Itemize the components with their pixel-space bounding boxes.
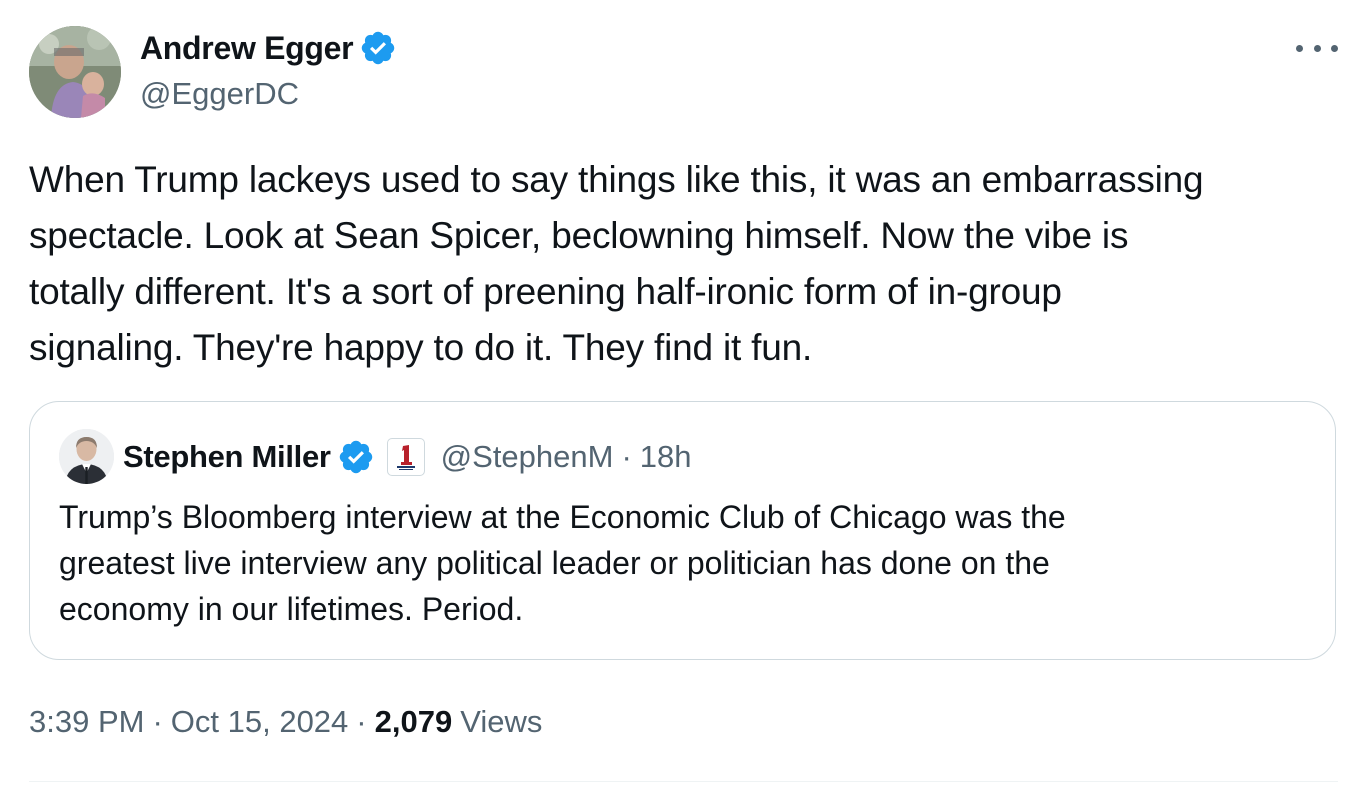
author-name-row: Andrew Egger bbox=[140, 28, 397, 68]
quoted-header: Stephen Miller @StephenM · 18h bbox=[123, 434, 692, 480]
tweet-meta: 3:39 PM · Oct 15, 2024 · 2,079 Views bbox=[29, 700, 542, 744]
quoted-timestamp[interactable]: 18h bbox=[640, 439, 692, 475]
tweet-date[interactable]: Oct 15, 2024 bbox=[171, 704, 349, 740]
divider bbox=[29, 781, 1338, 782]
quoted-display-name[interactable]: Stephen Miller bbox=[123, 439, 331, 475]
author-display-name[interactable]: Andrew Egger bbox=[140, 30, 354, 67]
quoted-handle[interactable]: @StephenM bbox=[441, 439, 614, 475]
author-handle[interactable]: @EggerDC bbox=[140, 76, 299, 112]
tweet-time[interactable]: 3:39 PM bbox=[29, 704, 144, 740]
tweet-text: When Trump lackeys used to say things li… bbox=[29, 159, 1204, 368]
verified-badge-icon bbox=[339, 440, 372, 474]
views-count: 2,079 bbox=[374, 704, 453, 739]
verified-badge-icon bbox=[362, 31, 395, 65]
views-label: Views bbox=[460, 704, 543, 739]
meta-separator: · bbox=[356, 704, 367, 739]
meta-separator: · bbox=[152, 704, 163, 739]
affiliation-badge-icon[interactable] bbox=[386, 438, 425, 476]
quoted-tweet[interactable]: Stephen Miller @StephenM · 18h Trump’s B… bbox=[29, 401, 1336, 660]
quoted-separator: · bbox=[621, 439, 632, 474]
quoted-author-avatar[interactable] bbox=[59, 429, 114, 484]
more-options-icon[interactable] bbox=[1296, 34, 1338, 62]
author-avatar[interactable] bbox=[29, 26, 121, 118]
tweet: Andrew Egger @EggerDC When Trump lackeys… bbox=[0, 0, 1368, 788]
quoted-tweet-text: Trump’s Bloomberg interview at the Econo… bbox=[59, 499, 1066, 627]
